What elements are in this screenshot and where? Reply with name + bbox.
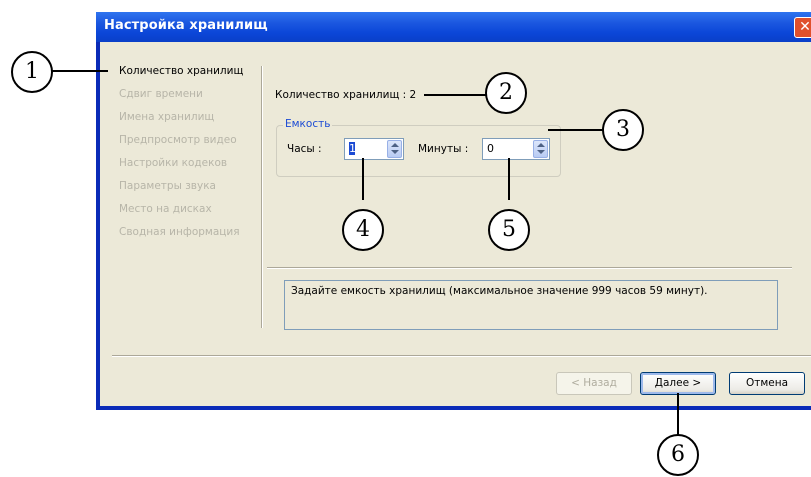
nav-item-disk-space: Место на дисках: [119, 203, 212, 215]
back-button[interactable]: < Назад: [556, 372, 632, 395]
nav-item-audio-params: Параметры звука: [119, 180, 216, 192]
nav-item-summary: Сводная информация: [119, 226, 240, 238]
callout-line-4: [362, 158, 364, 200]
callout-line-5: [508, 158, 510, 200]
minutes-spinner[interactable]: 0: [482, 138, 550, 160]
footer-divider: [112, 355, 811, 357]
arrow-down-icon[interactable]: [391, 150, 399, 154]
callout-3: 3: [602, 109, 644, 151]
storage-count-label: Количество хранилищ : 2: [275, 89, 417, 101]
capacity-group-title: Емкость: [283, 118, 333, 130]
hint-text: Задайте емкость хранилищ (максимальное з…: [291, 285, 708, 297]
minutes-label: Минуты :: [418, 143, 469, 155]
hours-spin-buttons[interactable]: [387, 140, 402, 158]
callout-1: 1: [11, 51, 53, 93]
minutes-spin-buttons[interactable]: [533, 140, 548, 158]
callout-4: 4: [342, 209, 384, 251]
window-title: Настройка хранилищ: [104, 18, 268, 33]
hours-spinner[interactable]: 1: [344, 138, 404, 160]
close-icon[interactable]: ✕: [794, 17, 811, 38]
nav-item-storage-names: Имена хранилищ: [119, 111, 215, 123]
callout-5: 5: [488, 209, 530, 251]
nav-item-video-preview: Предпросмотр видео: [119, 134, 237, 146]
nav-item-time-shift: Сдвиг времени: [119, 88, 203, 100]
arrow-up-icon[interactable]: [391, 143, 399, 147]
cancel-button[interactable]: Отмена: [729, 372, 805, 395]
minutes-value[interactable]: 0: [487, 142, 494, 155]
callout-line-3: [548, 129, 606, 131]
next-button[interactable]: Далее >: [640, 372, 716, 395]
dialog-body: [100, 42, 811, 406]
nav-item-codec-settings: Настройки кодеков: [119, 157, 228, 169]
arrow-down-icon[interactable]: [537, 150, 545, 154]
content-divider: [267, 267, 792, 269]
arrow-up-icon[interactable]: [537, 143, 545, 147]
hours-value[interactable]: 1: [349, 142, 356, 155]
callout-line-6: [677, 393, 679, 437]
nav-item-storage-count[interactable]: Количество хранилищ: [119, 65, 243, 77]
vertical-divider: [261, 66, 263, 328]
hint-box: Задайте емкость хранилищ (максимальное з…: [284, 280, 778, 330]
callout-2: 2: [485, 72, 527, 114]
hours-label: Часы :: [287, 143, 322, 155]
callout-line-1: [52, 70, 108, 72]
callout-6: 6: [657, 434, 699, 476]
callout-line-2: [424, 94, 486, 96]
